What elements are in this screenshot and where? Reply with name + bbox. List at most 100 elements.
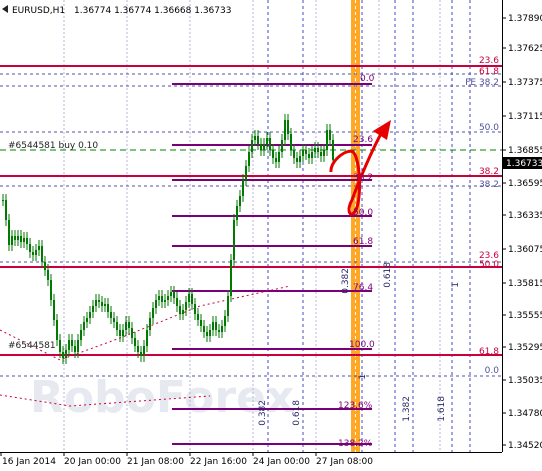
candle-body [59, 340, 61, 352]
svg-text:50.0: 50.0 [479, 123, 499, 133]
svg-text:61.8: 61.8 [353, 237, 373, 247]
candle-body [101, 302, 103, 306]
candle-body [53, 300, 55, 320]
candle-body [26, 238, 28, 244]
candle-body [116, 322, 118, 330]
symbol-label: EURUSD,H1 [12, 6, 65, 16]
candle-body [305, 150, 307, 154]
candle-body [125, 322, 127, 330]
candle-body [62, 352, 64, 358]
candle-body [170, 292, 172, 296]
resistance-lines [0, 65, 502, 356]
time-axis[interactable]: 16 Jan 2014 20 Jan 00:00 21 Jan 08:00 22 Ja… [0, 452, 373, 467]
svg-text:1: 1 [451, 282, 461, 288]
candle-body [86, 318, 88, 322]
candle-body [197, 314, 199, 320]
svg-text:0.0: 0.0 [360, 74, 375, 84]
price-tick-label: 1.37625 [508, 44, 542, 54]
svg-text:0.618: 0.618 [383, 262, 393, 288]
candle-body [50, 280, 52, 300]
candle-body [35, 250, 37, 255]
candle-body [284, 120, 286, 140]
time-tick-label: 24 Jan 00:00 [253, 457, 310, 467]
candle-body [11, 236, 13, 245]
candle-body [275, 158, 277, 162]
candle-body [308, 154, 310, 158]
candle-body [164, 300, 166, 302]
candle-body [119, 330, 121, 336]
svg-text:1: 1 [358, 374, 368, 380]
candle-body [311, 152, 313, 158]
candle-body [83, 322, 85, 330]
candle-body [218, 330, 220, 332]
candle-body [263, 144, 265, 150]
svg-text:1.36733: 1.36733 [506, 159, 542, 169]
candle-body [209, 330, 211, 336]
candle-body [257, 136, 259, 144]
candle-body [110, 312, 112, 318]
candle-body [245, 166, 247, 180]
svg-text:123.6%: 123.6% [338, 401, 373, 411]
candle-body [194, 304, 196, 314]
price-tick-label: 1.35035 [508, 376, 542, 386]
candle-body [302, 150, 304, 156]
candle-body [260, 144, 262, 150]
candle-body [242, 180, 244, 196]
price-tick-label: 1.37375 [508, 78, 542, 88]
price-tick-label: 1.34780 [508, 409, 542, 419]
candle-body [332, 140, 334, 160]
candle-body [320, 152, 322, 156]
svg-text:100.0: 100.0 [349, 340, 375, 350]
candle-body [329, 130, 331, 140]
candle-body [131, 328, 133, 338]
candle-body [254, 136, 256, 140]
candle-body [200, 320, 202, 326]
candle-body [8, 220, 10, 245]
current-price-tag: 1.36733 [503, 157, 542, 169]
candle-body [14, 236, 16, 240]
chart-header: EURUSD,H1 1.36774 1.36774 1.36668 1.3673… [2, 5, 231, 16]
candle-body [293, 150, 295, 158]
price-axis[interactable]: 1.37890 1.37625 1.37375 1.37115 1.36855 1.365… [502, 14, 542, 451]
candle-body [233, 220, 235, 260]
candle-body [65, 350, 67, 358]
svg-text:0.618: 0.618 [292, 400, 302, 426]
candle-body [317, 148, 319, 152]
svg-text:76.4: 76.4 [353, 283, 373, 293]
candle-body [185, 302, 187, 310]
candle-body [269, 138, 271, 150]
time-tick-label: 22 Jan 16:00 [190, 457, 247, 467]
candle-body [146, 330, 148, 346]
time-tick-label: 20 Jan 00:00 [64, 457, 121, 467]
candle-body [176, 298, 178, 306]
order-label[interactable]: #6544581 [8, 341, 56, 351]
candle-body [173, 292, 175, 298]
candle-body [80, 330, 82, 340]
watermark: RoboForex [30, 372, 294, 423]
candle-body [44, 262, 46, 270]
candle-body [296, 158, 298, 162]
buy-order-label[interactable]: #6544581 buy 0.10 [8, 141, 98, 151]
candle-body [98, 300, 100, 302]
collapse-triangle-icon[interactable] [2, 5, 8, 13]
candle-body [323, 150, 325, 156]
candle-body [215, 322, 217, 330]
candles [2, 114, 334, 364]
svg-text:1.618: 1.618 [437, 396, 447, 422]
svg-text:50.0: 50.0 [353, 208, 373, 218]
candle-body [68, 340, 70, 350]
candle-body [158, 296, 160, 300]
svg-text:0.0: 0.0 [485, 366, 500, 376]
svg-text:38.2: 38.2 [353, 173, 373, 183]
candle-body [239, 196, 241, 206]
price-tick-label: 1.37115 [508, 112, 542, 122]
secondary-levels [0, 73, 502, 377]
svg-text:23.6: 23.6 [479, 56, 499, 66]
time-tick-label: 27 Jan 08:00 [316, 457, 373, 467]
candle-body [281, 140, 283, 152]
price-tick-label: 1.36075 [508, 245, 542, 255]
candle-body [20, 236, 22, 242]
candle-body [290, 134, 292, 150]
price-tick-label: 1.36335 [508, 211, 542, 221]
candle-body [47, 270, 49, 280]
